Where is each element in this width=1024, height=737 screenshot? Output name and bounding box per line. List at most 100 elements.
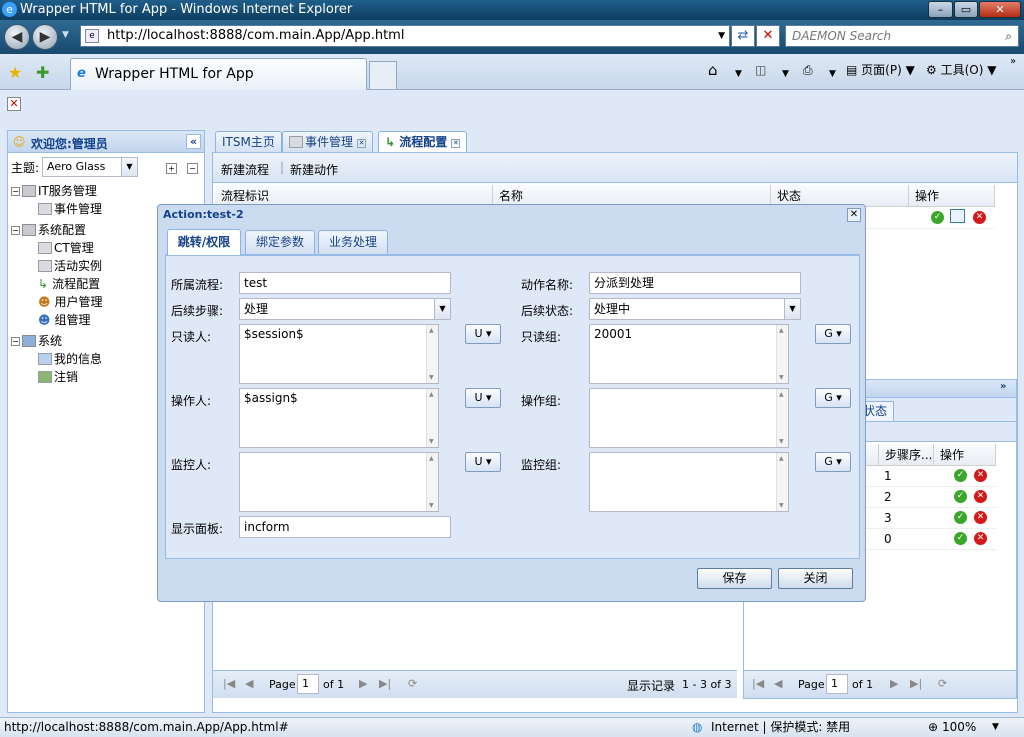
process-field[interactable]: test	[239, 272, 451, 294]
close-tab-icon[interactable]: ✕	[451, 139, 461, 148]
new-process-button[interactable]: 新建流程	[221, 161, 269, 178]
chevron-more-icon[interactable]: »	[1010, 54, 1016, 70]
col-header-step-actions[interactable]: 操作	[934, 444, 996, 466]
add-favorites-icon[interactable]: ✚	[36, 63, 49, 82]
address-dropdown-icon[interactable]: ▼	[718, 26, 725, 46]
tab-jump-permission[interactable]: 跳转/权限	[167, 229, 241, 255]
group-picker-button[interactable]: G ▾	[815, 324, 851, 344]
zoom-dropdown-icon[interactable]: ▼	[992, 718, 999, 736]
next-page-icon[interactable]: ▶	[890, 677, 898, 690]
close-tab-icon[interactable]: ✕	[357, 139, 367, 148]
refresh-grid-icon[interactable]: ⟳	[938, 677, 947, 690]
expand-right-icon[interactable]: »	[1000, 381, 1006, 392]
operator-textarea[interactable]: $assign$	[239, 388, 439, 448]
print-icon[interactable]: ⎙	[803, 62, 813, 78]
maximize-button[interactable]: ▭	[954, 1, 978, 18]
save-button[interactable]: 保存	[697, 568, 772, 589]
action-name-field[interactable]: 分派到处理	[589, 272, 801, 294]
next-step-select[interactable]: 处理 ▼	[239, 298, 451, 320]
page-input[interactable]: 1	[297, 674, 319, 694]
monitor-textarea[interactable]	[239, 452, 439, 512]
tab-bind-params[interactable]: 绑定参数	[245, 230, 315, 254]
history-dropdown-icon[interactable]: ▼	[62, 30, 69, 40]
feeds-icon[interactable]: ◫	[755, 62, 766, 78]
tab-itsm-home[interactable]: ITSM主页	[215, 131, 282, 153]
stop-icon[interactable]: ✕	[756, 25, 780, 47]
forward-button[interactable]: ▶	[32, 24, 58, 50]
monitor-group-textarea[interactable]	[589, 452, 789, 512]
tools-menu[interactable]: ⚙ 工具(O) ▼	[926, 62, 996, 78]
prev-page-icon[interactable]: ◀	[245, 677, 253, 690]
next-page-icon[interactable]: ▶	[359, 677, 367, 690]
refresh-grid-icon[interactable]: ⟳	[408, 677, 417, 690]
user-picker-button[interactable]: U ▾	[465, 324, 501, 344]
tab-business[interactable]: 业务处理	[318, 230, 388, 254]
delete-icon[interactable]: ✕	[974, 511, 987, 524]
scrollbar[interactable]	[426, 389, 438, 447]
group-picker-button[interactable]: G ▾	[815, 388, 851, 408]
tree-item-system-config[interactable]: − 系统配置	[11, 221, 86, 238]
browser-tab[interactable]: e Wrapper HTML for App	[70, 58, 367, 90]
next-status-select[interactable]: 处理中 ▼	[589, 298, 801, 320]
operator-group-textarea[interactable]	[589, 388, 789, 448]
print-dropdown-icon[interactable]: ▼	[829, 66, 836, 82]
first-page-icon[interactable]: |◀	[223, 677, 235, 690]
tree-item-my-info[interactable]: 我的信息	[38, 350, 102, 367]
enable-icon[interactable]: ✓	[954, 490, 967, 503]
group-picker-button[interactable]: G ▾	[815, 452, 851, 472]
user-picker-button[interactable]: U ▾	[465, 388, 501, 408]
tree-item-system[interactable]: − 系统	[11, 332, 62, 349]
tree-item-ct[interactable]: CT管理	[38, 239, 94, 256]
page-menu[interactable]: ▤ 页面(P) ▼	[846, 62, 915, 78]
readonly-group-textarea[interactable]: 20001	[589, 324, 789, 384]
collapse-all-icon[interactable]: −	[187, 163, 198, 174]
scrollbar[interactable]	[426, 325, 438, 383]
first-page-icon[interactable]: |◀	[752, 677, 764, 690]
tab-process-config[interactable]: ↳ 流程配置 ✕	[378, 131, 468, 153]
tree-item-logout[interactable]: 注销	[38, 368, 78, 385]
refresh-icon[interactable]: ⇄	[731, 25, 755, 47]
tree-item-incident[interactable]: 事件管理	[38, 200, 102, 217]
scrollbar[interactable]	[426, 453, 438, 511]
enable-icon[interactable]: ✓	[954, 532, 967, 545]
search-input[interactable]: DAEMON Search ⌕	[785, 25, 1019, 47]
home-icon[interactable]: ⌂	[708, 62, 718, 78]
tree-item-groups[interactable]: ☻ 组管理	[38, 311, 91, 328]
close-button[interactable]: 关闭	[778, 568, 853, 589]
last-page-icon[interactable]: ▶|	[910, 677, 922, 690]
close-window-button[interactable]: ✕	[979, 1, 1021, 18]
enable-icon[interactable]: ✓	[954, 469, 967, 482]
col-header-seq[interactable]: 步骤序...	[878, 444, 934, 466]
user-picker-button[interactable]: U ▾	[465, 452, 501, 472]
dialog-close-icon[interactable]: ✕	[847, 208, 861, 222]
tab-incident[interactable]: 事件管理 ✕	[282, 131, 374, 153]
col-header-actions[interactable]: 操作	[909, 185, 995, 207]
expand-all-icon[interactable]: +	[166, 163, 177, 174]
scrollbar[interactable]	[776, 389, 788, 447]
tree-item-process-config[interactable]: ↳ 流程配置	[38, 275, 100, 292]
delete-icon[interactable]: ✕	[974, 532, 987, 545]
search-icon[interactable]: ⌕	[1005, 26, 1012, 46]
scrollbar[interactable]	[776, 453, 788, 511]
edit-icon[interactable]	[950, 209, 965, 223]
scrollbar[interactable]	[776, 325, 788, 383]
tree-item-activity[interactable]: 活动实例	[38, 257, 102, 274]
last-page-icon[interactable]: ▶|	[379, 677, 391, 690]
security-zone[interactable]: Internet | 保护模式: 禁用	[711, 718, 850, 736]
delete-icon[interactable]: ✕	[974, 469, 987, 482]
new-action-button[interactable]: 新建动作	[290, 161, 338, 178]
home-dropdown-icon[interactable]: ▼	[735, 66, 742, 82]
delete-icon[interactable]: ✕	[974, 490, 987, 503]
delete-icon[interactable]: ✕	[973, 211, 986, 224]
enable-icon[interactable]: ✓	[931, 211, 944, 224]
tree-item-users[interactable]: ☻ 用户管理	[38, 293, 103, 310]
enable-icon[interactable]: ✓	[954, 511, 967, 524]
prev-page-icon[interactable]: ◀	[774, 677, 782, 690]
panel-field[interactable]: incform	[239, 516, 451, 538]
theme-select[interactable]: Aero Glass ▼	[42, 157, 138, 177]
back-button[interactable]: ◀	[4, 24, 30, 50]
tree-item-it-service[interactable]: − IT服务管理	[11, 182, 97, 199]
page-input[interactable]: 1	[826, 674, 848, 694]
readonly-user-textarea[interactable]: $session$	[239, 324, 439, 384]
favorites-star-icon[interactable]: ★	[8, 63, 22, 82]
